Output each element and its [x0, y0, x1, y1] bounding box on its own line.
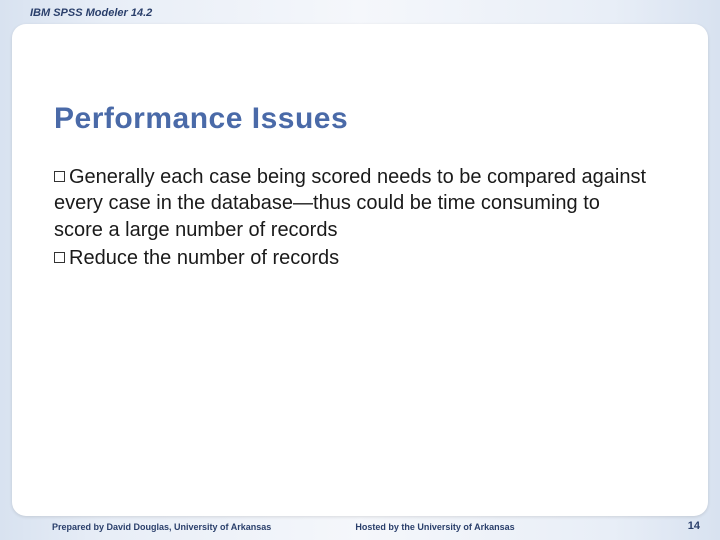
- slide-card: Performance Issues Generally each case b…: [12, 24, 708, 516]
- bullet-item: Reduce the number of records: [54, 245, 648, 271]
- bullet-item: Generally each case being scored needs t…: [54, 164, 648, 243]
- bullet-text: Generally each case being scored needs t…: [54, 166, 646, 241]
- header-label: IBM SPSS Modeler 14.2: [30, 7, 152, 19]
- square-bullet-icon: [54, 171, 65, 182]
- square-bullet-icon: [54, 252, 65, 263]
- page-number: 14: [688, 520, 700, 532]
- footer-center: Hosted by the University of Arkansas: [0, 522, 720, 532]
- bullet-text: Reduce the number of records: [69, 247, 339, 269]
- slide-content: Generally each case being scored needs t…: [54, 164, 648, 274]
- slide-title: Performance Issues: [54, 102, 348, 136]
